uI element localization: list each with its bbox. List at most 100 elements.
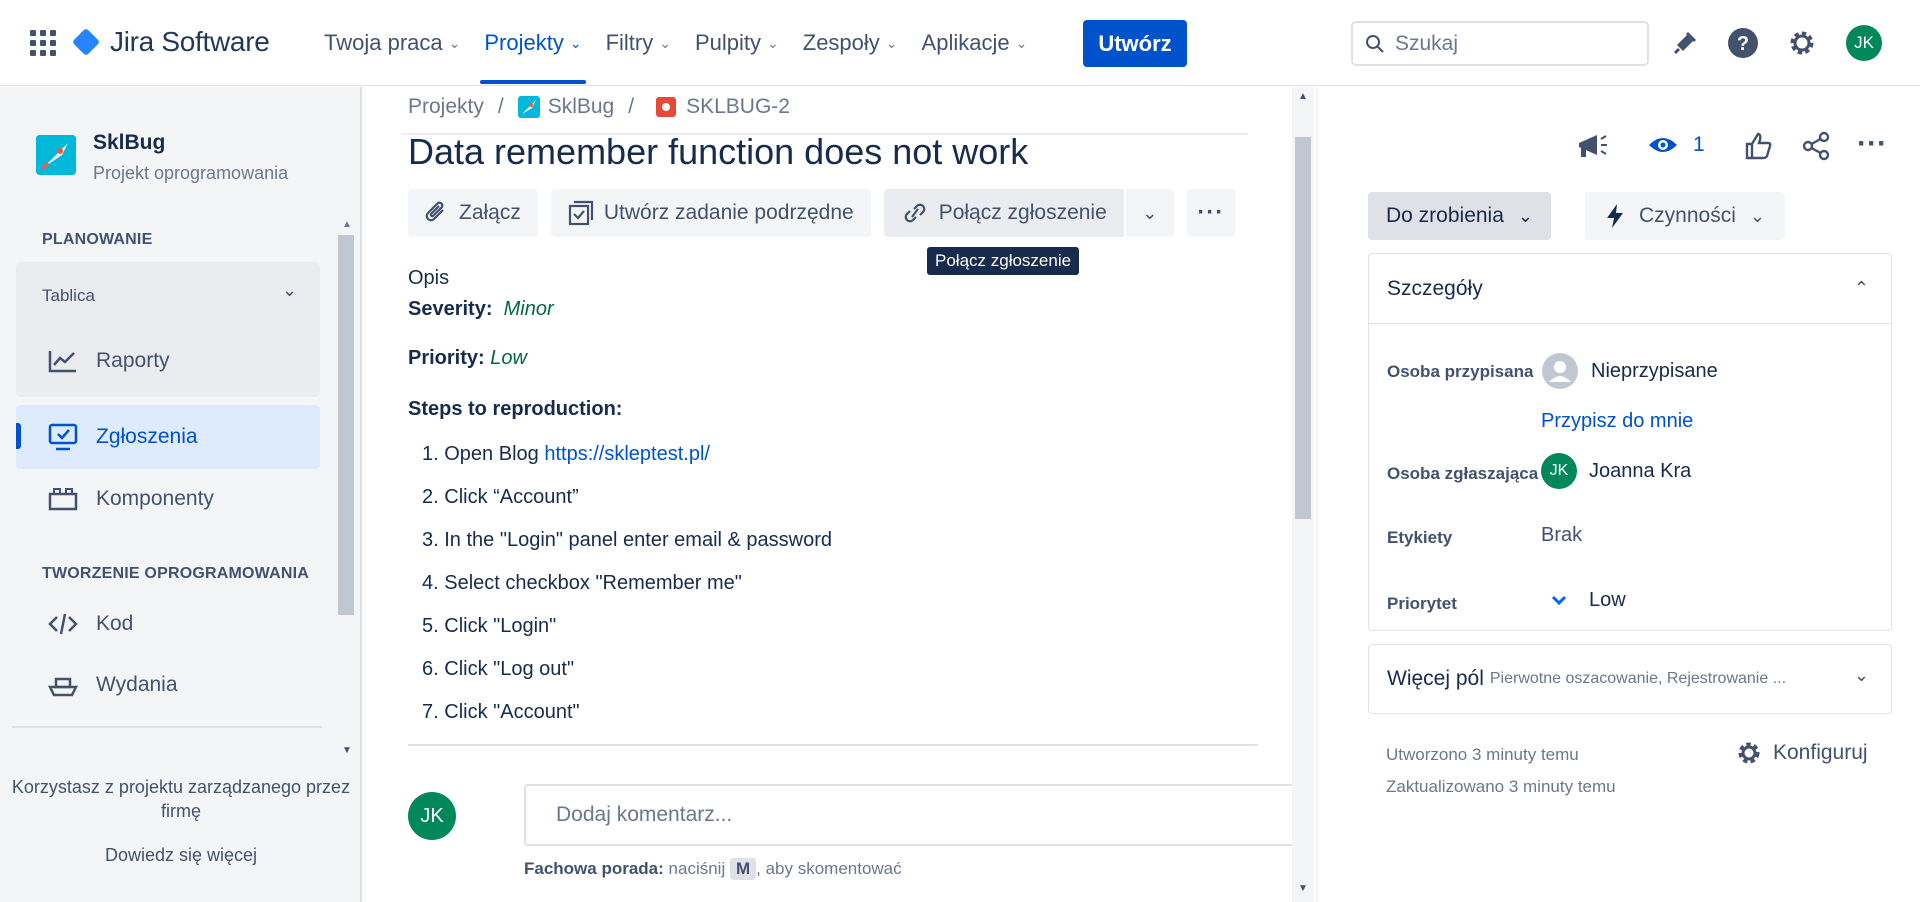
sidebar-divider [12, 726, 322, 728]
list-item: 6. Click "Log out" [408, 648, 1258, 691]
actions-dropdown[interactable]: Czynności ⌄ [1585, 192, 1785, 240]
notifications-icon[interactable] [1666, 24, 1704, 62]
attach-label: Załącz [459, 201, 521, 224]
nav-label: Projekty [484, 30, 564, 55]
tip-bold: Fachowa porada: [524, 859, 664, 878]
breadcrumb-issue[interactable]: SKLBUG-2 [656, 95, 790, 119]
comment-tip: Fachowa porada: naciśnij M, aby skomento… [524, 858, 902, 880]
configure-button[interactable]: Konfiguruj [1735, 739, 1868, 767]
nav-your-work[interactable]: Twoja praca ⌄ [312, 0, 472, 86]
details-header[interactable]: Szczegóły ⌃ [1369, 254, 1891, 324]
status-dropdown[interactable]: Do zrobienia ⌄ [1368, 192, 1551, 240]
sidebar-item-reports[interactable]: Raporty [16, 329, 320, 393]
feedback-icon[interactable] [1575, 131, 1609, 161]
scroll-up-icon[interactable]: ▲ [342, 219, 352, 230]
breadcrumb-project[interactable]: SklBug [517, 95, 614, 119]
search-box[interactable] [1351, 21, 1649, 66]
step-text: Click "Login" [444, 615, 557, 637]
priority-value[interactable]: Low [1541, 588, 1626, 612]
step-link[interactable]: https://skleptest.pl/ [544, 443, 710, 465]
labels-value[interactable]: Brak [1541, 524, 1582, 547]
create-button[interactable]: Utwórz [1083, 20, 1187, 67]
issue-key: SKLBUG-2 [686, 95, 790, 118]
reporter-value[interactable]: JK Joanna Kra [1541, 453, 1691, 489]
nav-teams[interactable]: Zespoły ⌄ [791, 0, 910, 86]
step-text: Click "Account" [444, 701, 580, 723]
priority-line: Priority: Low [408, 347, 1258, 370]
link-issue-dropdown[interactable]: ⌄ [1125, 189, 1174, 237]
comment-input[interactable]: Dodaj komentarz... [524, 784, 1300, 846]
nav-dashboards[interactable]: Pulpity ⌄ [683, 0, 791, 86]
help-icon[interactable]: ? [1724, 24, 1762, 62]
scroll-up-icon[interactable]: ▲ [1298, 91, 1308, 102]
more-options-icon[interactable]: ··· [1857, 127, 1887, 161]
board-label[interactable]: Tablica [42, 286, 95, 306]
priority-value: Low [490, 347, 527, 369]
main-scrollbar[interactable]: ▲ ▼ [1292, 87, 1314, 902]
main-scroll-thumb[interactable] [1295, 137, 1311, 519]
severity-value: Minor [503, 298, 554, 320]
watch-button[interactable]: 1 [1647, 129, 1705, 161]
primary-nav: Twoja praca ⌄ Projekty ⌄ Filtry ⌄ Pulpity ⌄ … [312, 0, 1039, 86]
more-fields-panel[interactable]: Więcej pól Pierwotne oszacowanie, Rejest… [1368, 644, 1892, 714]
nav-projects[interactable]: Projekty ⌄ [472, 0, 593, 86]
assignee-name: Nieprzypisane [1591, 359, 1718, 382]
svg-text:?: ? [1737, 33, 1749, 55]
chevron-down-icon: ⌄ [767, 34, 779, 51]
watcher-count: 1 [1693, 133, 1705, 156]
create-subtask-button[interactable]: Utwórz zadanie podrzędne [550, 189, 871, 237]
priority-label: Priorytet [1387, 594, 1457, 613]
priority-name: Low [1589, 588, 1626, 611]
nav-apps[interactable]: Aplikacje ⌄ [910, 0, 1040, 86]
list-item: 4. Select checkbox "Remember me" [408, 562, 1258, 605]
description-label: Opis [408, 267, 450, 289]
severity-label: Severity: [408, 298, 493, 320]
project-header[interactable] [36, 135, 76, 175]
scroll-down-icon[interactable]: ▼ [342, 745, 352, 756]
link-issue-button[interactable]: Połącz zgłoszenie [883, 189, 1124, 237]
app-switcher-icon[interactable] [30, 30, 56, 56]
nav-filters[interactable]: Filtry ⌄ [594, 0, 683, 86]
settings-gear-icon[interactable] [1783, 24, 1821, 62]
scroll-down-icon[interactable]: ▼ [1298, 883, 1308, 894]
step-number: 1. [422, 443, 439, 465]
step-text: In the "Login" panel enter email & passw… [444, 529, 833, 551]
project-sidebar: SklBug Projekt oprogramowania PLANOWANIE… [0, 87, 362, 902]
subtask-label: Utwórz zadanie podrzędne [603, 201, 854, 224]
sidebar-scroll-thumb[interactable] [338, 235, 354, 615]
like-icon[interactable] [1743, 131, 1773, 161]
step-number: 3. [422, 529, 439, 551]
attach-button[interactable]: Załącz [408, 189, 538, 237]
issue-title[interactable]: Data remember function does not work [408, 131, 1028, 173]
step-number: 7. [422, 701, 439, 723]
more-fields-label: Więcej pól [1387, 667, 1484, 690]
user-avatar[interactable]: JK [1846, 25, 1882, 61]
chevron-down-icon[interactable]: ⌄ [282, 280, 297, 301]
jira-logo[interactable]: Jira Software [71, 26, 270, 58]
sidebar-item-issues[interactable]: Zgłoszenia [16, 405, 320, 469]
sidebar-item-releases[interactable]: Wydania [16, 653, 320, 717]
more-actions-button[interactable]: ··· [1186, 189, 1235, 237]
step-number: 5. [422, 615, 439, 637]
status-label: Do zrobienia [1386, 204, 1504, 227]
sidebar-item-components[interactable]: Komponenty [16, 467, 320, 531]
keyboard-key: M [729, 858, 757, 880]
list-item: 1. Open Blog https://skleptest.pl/ [408, 433, 1258, 476]
nav-label: Filtry [605, 30, 654, 55]
sidebar-item-code[interactable]: Kod [16, 592, 320, 656]
search-input[interactable] [1395, 31, 1625, 56]
assignee-value[interactable]: Nieprzypisane [1541, 352, 1718, 390]
step-text: Select checkbox "Remember me" [444, 572, 742, 594]
share-icon[interactable] [1801, 131, 1831, 161]
development-section-title: TWORZENIE OPROGRAMOWANIA [42, 565, 310, 582]
details-panel: Szczegóły ⌃ Osoba przypisana Nieprzypisa… [1368, 253, 1892, 631]
sidebar-scrollbar[interactable]: ▲ ▼ [336, 215, 358, 761]
list-item: 2. Click “Account” [408, 476, 1258, 519]
nav-label: Pulpity [694, 30, 762, 55]
labels-label: Etykiety [1387, 528, 1453, 547]
tip-text: , aby skomentować [756, 859, 902, 878]
breadcrumb-projects[interactable]: Projekty [408, 95, 484, 119]
logo-text: Jira Software [110, 26, 270, 57]
assign-to-me-link[interactable]: Przypisz do mnie [1541, 410, 1693, 433]
learn-more-link[interactable]: Dowiedz się więcej [0, 845, 362, 866]
